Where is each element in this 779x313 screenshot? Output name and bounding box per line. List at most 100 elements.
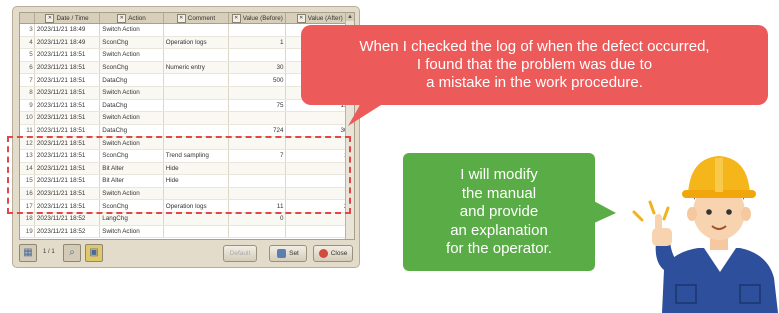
log-toolbar: ▦ 1 / 1 ⌕ ▣ Default Set Close bbox=[19, 243, 353, 265]
table-row[interactable]: 182023/11/21 18:52LangChg 01 bbox=[20, 212, 354, 226]
table-row[interactable]: 112023/11/21 18:51DataChg 724309 bbox=[20, 124, 354, 138]
set-icon bbox=[277, 248, 287, 258]
table-header-row: ✕ Date / Time ✕ Action ✕ Comment ✕ Value (Be… bbox=[20, 13, 354, 24]
row-datetime: 2023/11/21 18:51 bbox=[34, 124, 101, 138]
row-index: 11 bbox=[20, 124, 35, 138]
row-action: Switch Action bbox=[99, 111, 164, 125]
row-value-before bbox=[228, 86, 287, 100]
column-header-action[interactable]: ✕ Action bbox=[99, 13, 164, 24]
green-speech-bubble: I will modify the manual and provide an … bbox=[403, 153, 595, 271]
row-datetime: 2023/11/21 18:51 bbox=[34, 86, 101, 100]
search-button[interactable]: ⌕ bbox=[63, 244, 81, 262]
column-header-datetime[interactable]: ✕ Date / Time bbox=[34, 13, 101, 24]
row-action: Switch Action bbox=[99, 48, 164, 62]
sort-x-icon[interactable]: ✕ bbox=[176, 13, 186, 23]
row-index: 10 bbox=[20, 111, 35, 125]
row-datetime: 2023/11/21 18:51 bbox=[34, 99, 101, 113]
row-action: SconChg bbox=[99, 36, 164, 50]
sort-x-icon[interactable]: ✕ bbox=[296, 13, 306, 23]
sort-x-icon[interactable]: ✕ bbox=[117, 13, 127, 23]
row-comment bbox=[163, 212, 230, 226]
row-value-before: 1 bbox=[228, 36, 287, 50]
worker-illustration bbox=[632, 156, 778, 313]
row-value-after: 1 bbox=[285, 212, 354, 226]
row-action: DataChg bbox=[99, 99, 164, 113]
row-datetime: 2023/11/21 18:49 bbox=[34, 23, 101, 37]
row-value-before: 0 bbox=[228, 212, 287, 226]
row-value-before: 75 bbox=[228, 99, 287, 113]
row-comment bbox=[163, 73, 230, 87]
row-comment bbox=[163, 99, 230, 113]
green-bubble-line: for the operator. bbox=[446, 240, 552, 257]
row-action: DataChg bbox=[99, 124, 164, 138]
green-bubble-line: an explanation bbox=[450, 221, 548, 239]
row-index: 9 bbox=[20, 99, 35, 113]
green-bubble-line: the manual bbox=[461, 184, 537, 202]
row-datetime: 2023/11/21 18:51 bbox=[34, 73, 101, 87]
row-comment bbox=[163, 225, 230, 239]
row-comment: Numeric entry bbox=[163, 61, 230, 75]
sort-x-icon[interactable]: ✕ bbox=[45, 13, 55, 23]
row-action: DataChg bbox=[99, 73, 164, 87]
row-comment: Operation logs bbox=[163, 36, 230, 50]
column-header-value-after[interactable]: ✕ Value (After) bbox=[285, 13, 354, 24]
row-value-after bbox=[285, 111, 354, 125]
row-value-before bbox=[228, 111, 287, 125]
idea-lines-icon bbox=[632, 200, 670, 222]
row-datetime: 2023/11/21 18:51 bbox=[34, 111, 101, 125]
row-value-before: 500 bbox=[228, 73, 287, 87]
column-header-index bbox=[20, 13, 35, 24]
row-action: Switch Action bbox=[99, 23, 164, 37]
red-bubble-line: a mistake in the work procedure. bbox=[426, 74, 643, 91]
green-bubble-line: I will modify bbox=[460, 166, 538, 183]
row-index: 3 bbox=[20, 23, 35, 37]
row-value-after bbox=[285, 225, 354, 239]
row-datetime: 2023/11/21 18:49 bbox=[34, 36, 101, 50]
image-icon: ▣ bbox=[89, 247, 99, 258]
sort-x-icon[interactable]: ✕ bbox=[231, 13, 241, 23]
table-row[interactable]: 10 2023/11/21 18:51 Switch Action bbox=[20, 111, 354, 125]
row-value-before bbox=[228, 48, 287, 62]
table-row[interactable]: 19 2023/11/21 18:52 Switch Action bbox=[20, 225, 354, 239]
image-button[interactable]: ▣ bbox=[85, 244, 103, 262]
row-value-before: 30 bbox=[228, 61, 287, 75]
green-bubble-tail bbox=[592, 200, 616, 224]
close-button[interactable]: Close bbox=[313, 245, 353, 262]
green-bubble-line: and provide bbox=[459, 203, 539, 220]
row-action: Switch Action bbox=[99, 86, 164, 100]
row-datetime: 2023/11/21 18:51 bbox=[34, 48, 101, 62]
row-value-before bbox=[228, 225, 287, 239]
set-button[interactable]: Set bbox=[269, 245, 307, 262]
red-bubble-line: I found that the problem was due to bbox=[416, 56, 653, 73]
column-header-comment[interactable]: ✕ Comment bbox=[163, 13, 230, 24]
row-datetime: 2023/11/21 18:51 bbox=[34, 61, 101, 75]
row-action: LangChg bbox=[99, 212, 164, 226]
column-header-value-before[interactable]: ✕ Value (Before) bbox=[228, 13, 287, 24]
row-index: 5 bbox=[20, 48, 35, 62]
row-value-after: 309 bbox=[285, 124, 354, 138]
row-index: 8 bbox=[20, 86, 35, 100]
row-comment bbox=[163, 111, 230, 125]
row-comment bbox=[163, 86, 230, 100]
row-index: 19 bbox=[20, 225, 35, 239]
row-index: 6 bbox=[20, 61, 35, 75]
row-index: 7 bbox=[20, 73, 35, 87]
table-view-button[interactable]: ▦ bbox=[19, 244, 37, 262]
row-datetime: 2023/11/21 18:52 bbox=[34, 225, 101, 239]
row-comment bbox=[163, 48, 230, 62]
row-action: Switch Action bbox=[99, 225, 164, 239]
row-index: 4 bbox=[20, 36, 35, 50]
red-speech-bubble: When I checked the log of when the defec… bbox=[301, 25, 768, 105]
row-action: SconChg bbox=[99, 61, 164, 75]
page-indicator: 1 / 1 bbox=[43, 249, 55, 255]
row-value-before bbox=[228, 23, 287, 37]
default-button[interactable]: Default bbox=[223, 245, 257, 262]
search-icon: ⌕ bbox=[69, 247, 75, 258]
table-icon: ▦ bbox=[23, 247, 33, 258]
row-index: 18 bbox=[20, 212, 35, 226]
scroll-up-arrow-icon[interactable]: ▲ bbox=[346, 13, 354, 21]
red-bubble-line: When I checked the log of when the defec… bbox=[359, 38, 710, 55]
row-datetime: 2023/11/21 18:52 bbox=[34, 212, 101, 226]
row-value-before: 724 bbox=[228, 124, 287, 138]
highlighted-rows-frame bbox=[7, 136, 351, 214]
